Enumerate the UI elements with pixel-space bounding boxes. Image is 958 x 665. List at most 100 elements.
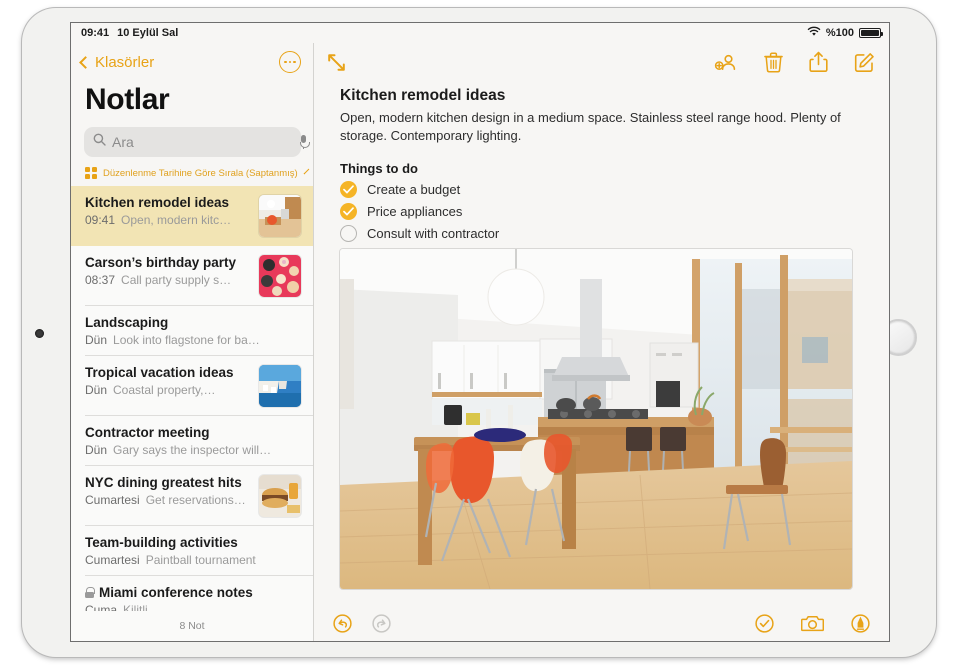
note-item-title: Kitchen remodel ideas — [85, 195, 230, 210]
todo-item-label: Price appliances — [367, 203, 463, 219]
markup-pen-icon[interactable] — [850, 613, 871, 634]
sort-option-label: Düzenlenme Tarihine Göre Sırala (Saptanm… — [103, 167, 298, 179]
note-item-preview: Call party supply s… — [121, 273, 232, 287]
undo-icon[interactable] — [332, 613, 353, 634]
checklist-icon[interactable] — [754, 613, 775, 634]
page-title: Notlar — [85, 83, 170, 116]
compose-icon[interactable] — [854, 52, 875, 73]
note-content[interactable]: Kitchen remodel ideas Open, modern kitch… — [314, 81, 889, 605]
coastal-thumbnail — [259, 365, 301, 407]
todo-section-heading: Things to do — [340, 160, 418, 176]
ipad-screen: 09:41 10 Eylül Sal %100 Klasörler Notlar… — [70, 22, 890, 642]
note-item-subtitle: Dün Look into flagstone for ba… — [85, 333, 301, 347]
note-item-subtitle: Cumartesi Paintball tournament — [85, 553, 301, 567]
back-to-folders-label: Klasörler — [95, 53, 155, 71]
note-heading: Kitchen remodel ideas — [340, 87, 506, 104]
todo-item[interactable]: Consult with contractor — [340, 224, 871, 242]
search-container — [71, 127, 313, 167]
battery-icon — [859, 28, 883, 38]
burger-thumbnail — [259, 475, 301, 517]
search-icon — [93, 133, 106, 151]
note-detail-pane: Kitchen remodel ideas Open, modern kitch… — [314, 43, 889, 641]
note-item-time: Dün — [85, 383, 108, 397]
battery-percent-label: %100 — [825, 27, 854, 39]
note-item-preview: Gary says the inspector will… — [113, 443, 272, 457]
camera-icon[interactable] — [801, 614, 824, 633]
note-item-preview: Coastal property,… — [113, 383, 216, 397]
note-item-subtitle: Cumartesi Get reservations… — [85, 493, 251, 507]
notes-count-footer: 8 Not — [71, 611, 313, 641]
note-item-title: Carson’s birthday party — [85, 255, 237, 270]
checkbox-checked-icon[interactable] — [340, 202, 357, 220]
note-list-item[interactable]: Miami conference notes Cuma Kilitli — [71, 576, 313, 611]
note-list-item[interactable]: NYC dining greatest hits Cumartesi Get res… — [71, 466, 313, 526]
status-date: 10 Eylül Sal — [117, 27, 179, 39]
note-item-subtitle: 08:37 Call party supply s… — [85, 273, 251, 287]
todo-item-label: Consult with contractor — [367, 225, 500, 241]
note-item-title: Miami conference notes — [99, 585, 253, 600]
sort-option-button[interactable]: Düzenlenme Tarihine Göre Sırala (Saptanm… — [71, 167, 313, 186]
kitchen-dining-room-photo[interactable] — [340, 248, 852, 589]
redo-icon — [371, 613, 392, 634]
note-item-title: Team-building activities — [85, 535, 238, 550]
chevron-down-icon — [303, 168, 310, 175]
more-ellipsis-icon[interactable] — [279, 51, 301, 73]
note-item-subtitle: Cuma Kilitli — [85, 603, 301, 611]
expand-diagonal-icon[interactable] — [326, 52, 347, 73]
cupcakes-thumbnail — [259, 255, 301, 297]
sidebar-nav-bar: Klasörler — [71, 43, 313, 81]
note-item-subtitle: Dün Gary says the inspector will… — [85, 443, 301, 457]
note-item-title: NYC dining greatest hits — [85, 475, 242, 490]
note-item-time: 08:37 — [85, 273, 116, 287]
todo-list: Create a budget Price appliances Consult w… — [340, 180, 871, 242]
chevron-left-icon — [79, 55, 92, 69]
note-item-preview: Kilitli — [123, 603, 148, 611]
note-item-time: Dün — [85, 443, 108, 457]
note-item-preview: Look into flagstone for ba… — [113, 333, 260, 347]
checkbox-unchecked-icon[interactable] — [340, 224, 357, 242]
wifi-icon — [807, 26, 821, 40]
status-bar: 09:41 10 Eylül Sal %100 — [71, 23, 889, 43]
notes-list[interactable]: Kitchen remodel ideas 09:41 Open, modern k… — [71, 186, 313, 611]
note-list-item[interactable]: Kitchen remodel ideas 09:41 Open, modern k… — [71, 186, 313, 246]
note-item-title: Landscaping — [85, 315, 169, 330]
search-input[interactable] — [112, 134, 293, 150]
note-body-text: Open, modern kitchen design in a medium … — [340, 110, 841, 144]
note-list-item[interactable]: Contractor meeting Dün Gary says the inspe… — [71, 416, 313, 466]
note-item-time: Cumartesi — [85, 493, 140, 507]
note-item-subtitle: 09:41 Open, modern kitc… — [85, 213, 251, 227]
note-item-time: Cuma — [85, 603, 118, 611]
todo-item[interactable]: Create a budget — [340, 180, 871, 198]
kitchen-thumbnail — [259, 195, 301, 237]
note-list-item[interactable]: Tropical vacation ideas Dün Coastal proper… — [71, 356, 313, 416]
note-item-preview: Open, modern kitc… — [121, 213, 232, 227]
share-icon[interactable] — [809, 51, 828, 73]
detail-footer-toolbar — [314, 605, 889, 641]
note-item-preview: Get reservations… — [145, 493, 246, 507]
note-item-time: Dün — [85, 333, 108, 347]
grid-view-icon — [85, 167, 97, 179]
front-camera — [35, 329, 44, 338]
notes-sidebar: Klasörler Notlar Ara Düzenlenme Tarihine… — [71, 43, 314, 641]
note-item-subtitle: Dün Coastal property,… — [85, 383, 251, 397]
todo-item[interactable]: Price appliances — [340, 202, 871, 220]
lock-icon — [85, 587, 95, 598]
checkbox-checked-icon[interactable] — [340, 180, 357, 198]
note-list-item[interactable]: Landscaping Dün Look into flagstone for ba… — [71, 306, 313, 356]
note-item-time: 09:41 — [85, 213, 116, 227]
note-item-title: Tropical vacation ideas — [85, 365, 234, 380]
add-person-icon[interactable] — [714, 52, 738, 72]
note-item-preview: Paintball tournament — [145, 553, 256, 567]
search-box[interactable] — [84, 127, 310, 157]
note-list-item[interactable]: Team-building activities Cumartesi Paintba… — [71, 526, 313, 576]
back-to-folders-button[interactable]: Klasörler — [79, 53, 155, 71]
microphone-icon[interactable] — [299, 135, 310, 149]
detail-toolbar — [314, 43, 889, 81]
status-time: 09:41 — [81, 27, 110, 39]
note-item-time: Cumartesi — [85, 553, 140, 567]
note-list-item[interactable]: Carson’s birthday party 08:37 Call party s… — [71, 246, 313, 306]
todo-item-label: Create a budget — [367, 181, 461, 197]
ipad-device-frame: 09:41 10 Eylül Sal %100 Klasörler Notlar… — [22, 8, 936, 657]
trash-icon[interactable] — [764, 52, 783, 73]
note-item-title: Contractor meeting — [85, 425, 210, 440]
